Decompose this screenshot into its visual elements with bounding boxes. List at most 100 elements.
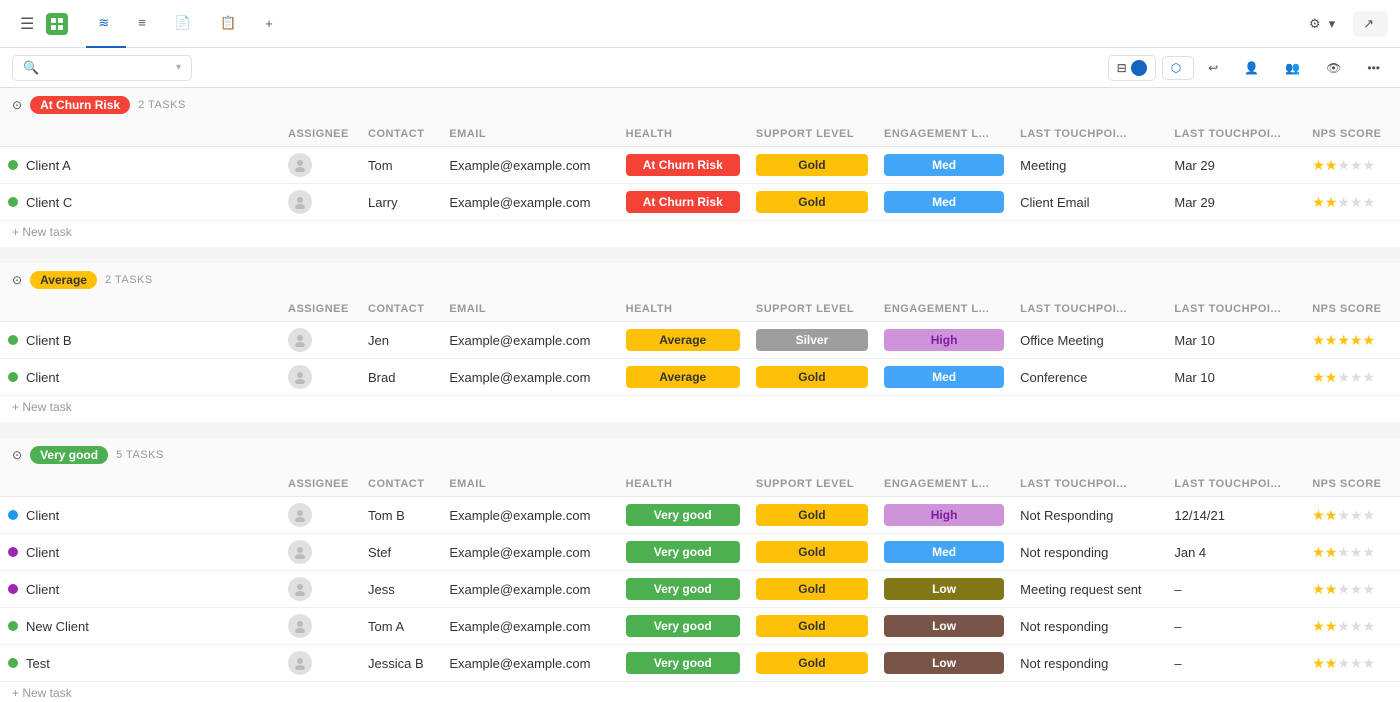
tab-playbook[interactable]: 📄 — [163, 0, 208, 48]
table-row[interactable]: ClientTom BExample@example.comVery goodG… — [0, 497, 1400, 534]
health-badge: At Churn Risk — [626, 191, 740, 213]
task-name: New Client — [26, 619, 89, 634]
health-cell: At Churn Risk — [618, 184, 748, 221]
email-cell: Example@example.com — [441, 608, 617, 645]
engagement-cell: Med — [876, 359, 1012, 396]
table-row[interactable]: Client CLarryExample@example.comAt Churn… — [0, 184, 1400, 221]
engagement-cell: Med — [876, 184, 1012, 221]
email-cell: Example@example.com — [441, 184, 617, 221]
assignee-cell — [280, 147, 360, 184]
new-task-label[interactable]: + New task — [0, 396, 1400, 423]
section-collapse-icon[interactable]: ⊙ — [12, 448, 22, 462]
health-badge: Very good — [626, 578, 740, 600]
table-row[interactable]: ClientJessExample@example.comVery goodGo… — [0, 571, 1400, 608]
nps-stars: ★★★★★ — [1312, 157, 1375, 173]
avatar — [288, 365, 312, 389]
assignee-cell — [280, 645, 360, 682]
email-cell: Example@example.com — [441, 497, 617, 534]
engagement-badge: Med — [884, 154, 1004, 176]
col-header-8: NPS SCORE — [1304, 122, 1400, 147]
engagement-tab-icon: ≋ — [98, 15, 109, 31]
support-badge: Gold — [756, 578, 868, 600]
engagement-badge: Low — [884, 652, 1004, 674]
section-badge-average: Average — [30, 271, 97, 289]
task-name: Client A — [26, 158, 71, 173]
support-badge: Gold — [756, 652, 868, 674]
engagement-cell: Low — [876, 645, 1012, 682]
contact-cell: Tom — [360, 147, 441, 184]
search-box[interactable]: 🔍 ▾ — [12, 55, 192, 81]
add-view-button[interactable]: + — [253, 0, 289, 48]
contact-cell: Brad — [360, 359, 441, 396]
new-task-label[interactable]: + New task — [0, 221, 1400, 248]
new-task-row[interactable]: + New task — [0, 396, 1400, 423]
table-row[interactable]: Client BJenExample@example.comAverageSil… — [0, 322, 1400, 359]
task-status-dot — [8, 547, 18, 557]
me-button[interactable]: 👤 — [1236, 57, 1271, 79]
nps-cell: ★★★★★ — [1304, 184, 1400, 221]
touchpoint2-cell: – — [1166, 608, 1304, 645]
table-row[interactable]: Client ATomExample@example.comAt Churn R… — [0, 147, 1400, 184]
share-button[interactable]: ↗ — [1353, 11, 1388, 37]
engagement-cell: Low — [876, 571, 1012, 608]
automate-button[interactable]: ⚙ ▾ — [1299, 11, 1345, 37]
col-header-6: LAST TOUCHPOI... — [1012, 122, 1166, 147]
hamburger-icon[interactable]: ☰ — [12, 10, 42, 38]
assignees-icon: 👥 — [1285, 61, 1300, 75]
group-by-button[interactable]: ⬡ — [1162, 56, 1194, 80]
playbook-tab-icon: 📄 — [175, 15, 191, 31]
email-cell: Example@example.com — [441, 645, 617, 682]
nps-stars: ★★★★★ — [1312, 618, 1375, 634]
table-row[interactable]: TestJessica BExample@example.comVery goo… — [0, 645, 1400, 682]
feedback-tab-icon: 📋 — [220, 15, 236, 31]
engagement-badge: High — [884, 504, 1004, 526]
support-cell: Gold — [748, 184, 876, 221]
engagement-cell: High — [876, 322, 1012, 359]
share-icon: ↗ — [1363, 16, 1374, 32]
support-badge: Gold — [756, 615, 868, 637]
tab-feedback[interactable]: 📋 — [208, 0, 253, 48]
touchpoint1-cell: Not responding — [1012, 608, 1166, 645]
tab-renewal[interactable]: ≡ — [126, 0, 163, 48]
touchpoint1-cell: Conference — [1012, 359, 1166, 396]
assignees-button[interactable]: 👥 — [1277, 57, 1312, 79]
automate-icon: ⚙ — [1309, 16, 1321, 32]
health-cell: Very good — [618, 608, 748, 645]
new-task-row[interactable]: + New task — [0, 221, 1400, 248]
section-collapse-icon[interactable]: ⊙ — [12, 273, 22, 287]
health-cell: Average — [618, 359, 748, 396]
nps-cell: ★★★★★ — [1304, 571, 1400, 608]
tab-engagement[interactable]: ≋ — [86, 0, 126, 48]
subtasks-button[interactable]: ↩ — [1200, 57, 1230, 79]
health-badge: Average — [626, 366, 740, 388]
task-status-dot — [8, 335, 18, 345]
touchpoint1-cell: Office Meeting — [1012, 322, 1166, 359]
section-collapse-icon[interactable]: ⊙ — [12, 98, 22, 112]
filter-count-badge — [1131, 60, 1147, 76]
contact-cell: Tom A — [360, 608, 441, 645]
task-status-dot — [8, 197, 18, 207]
new-task-row[interactable]: + New task — [0, 682, 1400, 701]
health-badge: Very good — [626, 504, 740, 526]
new-task-label[interactable]: + New task — [0, 682, 1400, 701]
touchpoint2-cell: – — [1166, 645, 1304, 682]
assignee-cell — [280, 497, 360, 534]
nps-stars: ★★★★★ — [1312, 507, 1375, 523]
engagement-badge: Med — [884, 366, 1004, 388]
col-header-0: ASSIGNEE — [280, 122, 360, 147]
filter-button[interactable]: ⊟ — [1108, 55, 1156, 81]
engagement-badge: Low — [884, 615, 1004, 637]
task-name: Client C — [26, 195, 72, 210]
show-button[interactable]: 👁 — [1318, 57, 1353, 79]
engagement-badge: Med — [884, 191, 1004, 213]
section-badge-verygood: Very good — [30, 446, 108, 464]
table-area: ⊙At Churn Risk2 TASKSASSIGNEECONTACTEMAI… — [0, 88, 1400, 700]
nps-cell: ★★★★★ — [1304, 645, 1400, 682]
top-nav: ☰ ≋ ≡ 📄 📋 + ⚙ ▾ — [0, 0, 1400, 48]
engagement-cell: High — [876, 497, 1012, 534]
more-options-button[interactable]: ••• — [1359, 57, 1388, 79]
table-row[interactable]: ClientBradExample@example.comAverageGold… — [0, 359, 1400, 396]
table-row[interactable]: New Client Tom AExample@example.comVery g… — [0, 608, 1400, 645]
table-row[interactable]: ClientStefExample@example.comVery goodGo… — [0, 534, 1400, 571]
nps-cell: ★★★★★ — [1304, 322, 1400, 359]
